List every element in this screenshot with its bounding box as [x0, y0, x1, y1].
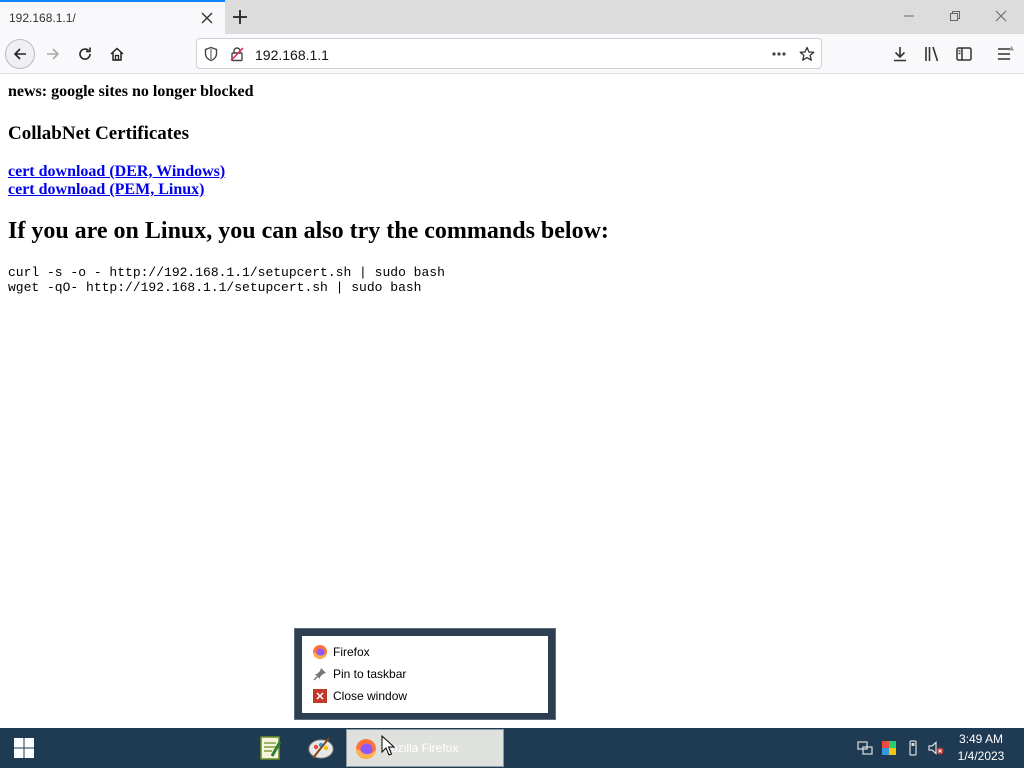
tab-strip: 192.168.1.1/: [0, 0, 1024, 34]
jump-list-menu: Firefox Pin to taskbar Close window: [302, 636, 548, 713]
restore-button[interactable]: [932, 0, 978, 32]
clock-date: 1/4/2023: [957, 749, 1005, 763]
taskbar: Mozilla Firefox 3:49 AM 1/4/2023: [0, 728, 1024, 768]
jump-list-item-pin[interactable]: Pin to taskbar: [302, 663, 548, 685]
new-tab-icon[interactable]: [231, 8, 249, 26]
mouse-cursor-icon: [381, 735, 395, 756]
wget-command: wget -qO- http://192.168.1.1/setupcert.s…: [8, 280, 422, 295]
page-actions-icon[interactable]: [771, 46, 787, 62]
jump-list-label: Close window: [333, 689, 408, 703]
firefox-icon: [356, 739, 376, 759]
jump-list-item-close-window[interactable]: Close window: [302, 685, 548, 707]
library-icon[interactable]: [923, 45, 941, 63]
network-icon[interactable]: [857, 740, 873, 756]
forward-arrow-icon: [47, 48, 60, 60]
notepad-plus-icon[interactable]: [256, 734, 284, 762]
volume-muted-icon[interactable]: [928, 740, 944, 756]
reload-button[interactable]: [70, 39, 100, 69]
jump-list-item-firefox[interactable]: Firefox: [302, 641, 548, 663]
forward-button[interactable]: [38, 39, 68, 69]
close-window-icon: [313, 689, 327, 703]
curl-command: curl -s -o - http://192.168.1.1/setupcer…: [8, 265, 445, 280]
windows-logo-icon: [14, 738, 34, 758]
shield-icon[interactable]: [203, 46, 219, 62]
minimize-icon: [904, 15, 914, 17]
close-icon: [995, 10, 1007, 22]
bookmark-star-icon[interactable]: [799, 46, 815, 62]
cert-download-der-link[interactable]: cert download (DER, Windows): [8, 163, 225, 181]
certificates-heading: CollabNet Certificates: [8, 123, 189, 144]
close-window-button[interactable]: [978, 0, 1024, 32]
firefox-icon: [313, 645, 327, 659]
menu-icon[interactable]: [996, 45, 1014, 63]
navigation-toolbar: 192.168.1.1: [0, 34, 1024, 74]
sidebar-icon[interactable]: [955, 45, 973, 63]
tab-title: 192.168.1.1/: [9, 11, 76, 25]
url-text[interactable]: 192.168.1.1: [255, 47, 329, 63]
close-tab-icon[interactable]: [199, 10, 215, 26]
start-button[interactable]: [0, 728, 48, 768]
display-settings-icon[interactable]: [881, 740, 897, 756]
jump-list-label: Firefox: [333, 645, 370, 659]
browser-tab[interactable]: 192.168.1.1/: [0, 0, 225, 34]
taskbar-firefox-button[interactable]: Mozilla Firefox: [346, 729, 504, 767]
home-icon: [110, 47, 124, 61]
restore-icon: [950, 11, 960, 21]
back-button[interactable]: [5, 39, 35, 69]
home-button[interactable]: [102, 39, 132, 69]
system-clock[interactable]: 3:49 AM 1/4/2023: [951, 731, 1011, 765]
linux-heading: If you are on Linux, you can also try th…: [8, 218, 609, 244]
clock-time: 3:49 AM: [958, 732, 1004, 746]
taskbar-jump-list: Firefox Pin to taskbar Close window: [294, 628, 556, 720]
back-arrow-icon: [13, 48, 26, 60]
usb-device-icon[interactable]: [905, 740, 921, 756]
jump-list-label: Pin to taskbar: [333, 667, 407, 681]
insecure-lock-icon[interactable]: [229, 46, 245, 62]
paint-app-icon[interactable]: [307, 734, 335, 762]
pin-icon: [313, 668, 326, 681]
minimize-button[interactable]: [886, 0, 932, 32]
downloads-icon[interactable]: [891, 45, 909, 63]
reload-icon: [79, 47, 91, 60]
news-line: news: google sites no longer blocked: [8, 83, 254, 100]
address-bar[interactable]: 192.168.1.1: [196, 38, 822, 69]
cert-download-pem-link[interactable]: cert download (PEM, Linux): [8, 181, 204, 199]
